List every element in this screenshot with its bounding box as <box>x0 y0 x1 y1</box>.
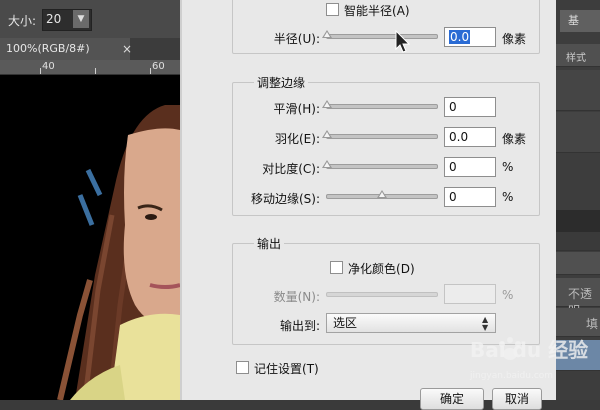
contrast-slider[interactable] <box>326 164 438 169</box>
output-to-label: 输出到: <box>279 319 320 333</box>
panel-row <box>556 70 600 111</box>
output-to-value: 选区 <box>333 316 358 330</box>
contrast-slider-thumb[interactable] <box>322 160 332 168</box>
workspace-button[interactable]: 基 <box>560 10 600 32</box>
panel-tab-row: 样式 <box>556 44 600 67</box>
close-icon[interactable]: × <box>122 42 132 56</box>
shift-edge-unit: % <box>502 190 514 204</box>
smooth-slider[interactable] <box>326 104 438 109</box>
brush-size-value: 20 <box>46 12 62 26</box>
brush-size-label: 大小: <box>8 14 37 28</box>
fill-label: 填 <box>586 317 599 331</box>
smooth-label: 平滑(H): <box>273 102 320 116</box>
contrast-label: 对比度(C): <box>262 162 320 176</box>
cursor-icon <box>395 30 411 53</box>
smart-radius-label: 智能半径(A) <box>344 4 410 18</box>
panel-row <box>556 112 600 153</box>
decontaminate-label: 净化颜色(D) <box>348 262 415 276</box>
amount-input <box>444 284 496 304</box>
shift-edge-label: 移动边缘(S): <box>250 192 320 206</box>
ok-button[interactable]: 确定 <box>420 388 484 410</box>
ruler-label: 40 <box>42 61 55 72</box>
amount-unit: % <box>502 288 514 302</box>
radius-slider[interactable] <box>326 34 438 39</box>
smart-radius-checkbox[interactable] <box>326 3 339 16</box>
feather-label: 羽化(E): <box>274 132 320 146</box>
radius-label: 半径(U): <box>273 32 320 46</box>
feather-slider[interactable] <box>326 134 438 139</box>
adjust-edge-title: 调整边缘 <box>254 74 309 91</box>
feather-unit: 像素 <box>502 132 527 146</box>
watermark-url: jingyan.baidu.com <box>470 371 554 381</box>
decontaminate-checkbox[interactable] <box>330 261 343 274</box>
ruler-tick <box>40 68 41 74</box>
document-tab-label: 100%(RGB/8#) <box>6 42 90 55</box>
panel-tab-label: 样式 <box>566 53 586 64</box>
workspace-button-label: 基 <box>568 14 579 27</box>
panel-row <box>556 232 600 251</box>
contrast-unit: % <box>502 160 514 174</box>
feather-slider-thumb[interactable] <box>322 130 332 138</box>
panel-header <box>556 210 600 233</box>
ruler-tick <box>95 68 96 74</box>
amount-label: 数量(N): <box>273 290 320 304</box>
radius-input[interactable]: 0.0 <box>444 27 496 47</box>
shift-edge-input[interactable]: 0 <box>444 187 496 207</box>
ruler-label: 60 <box>152 61 165 72</box>
smooth-slider-thumb[interactable] <box>322 100 332 108</box>
ruler-tick <box>150 68 151 74</box>
shift-edge-slider-thumb[interactable] <box>377 190 387 198</box>
document-tab[interactable]: 100%(RGB/8#) <box>0 38 130 60</box>
remember-settings-label: 记住设置(T) <box>254 362 319 376</box>
portrait-photo <box>0 75 180 400</box>
contrast-input[interactable]: 0 <box>444 157 496 177</box>
remember-settings-checkbox[interactable] <box>236 361 249 374</box>
chevron-down-icon[interactable]: ▼ <box>73 10 89 28</box>
cancel-button[interactable]: 取消 <box>492 388 542 410</box>
panel-row <box>556 252 600 275</box>
amount-slider <box>326 292 438 297</box>
radius-slider-thumb[interactable] <box>322 30 332 38</box>
image-canvas[interactable] <box>0 75 180 400</box>
output-title: 输出 <box>254 235 285 252</box>
radius-unit: 像素 <box>502 32 527 46</box>
smooth-input[interactable]: 0 <box>444 97 496 117</box>
watermark-logo-text: Bai du 经验 <box>470 338 589 362</box>
feather-input[interactable]: 0.0 <box>444 127 496 147</box>
opacity-row: 不透明 <box>556 278 600 318</box>
